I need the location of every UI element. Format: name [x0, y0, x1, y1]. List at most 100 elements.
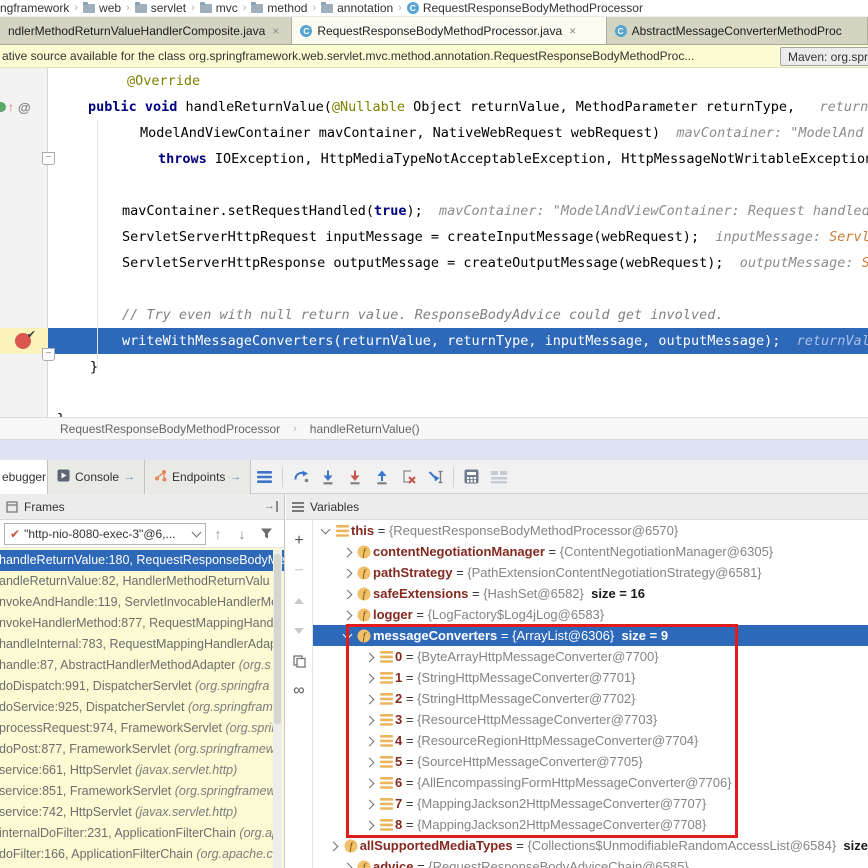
duplicate-icon[interactable]	[287, 646, 311, 676]
expand-chevron-icon[interactable]	[361, 674, 377, 682]
variables-menu-icon[interactable]	[292, 502, 304, 512]
close-icon[interactable]: ×	[569, 24, 576, 38]
expand-chevron-icon[interactable]	[361, 716, 377, 724]
code-line[interactable]: public void handleReturnValue(@Nullable …	[48, 94, 868, 120]
variable-row[interactable]: 2 = {StringHttpMessageConverter@7702}	[313, 688, 868, 709]
ebugger-tab[interactable]: ebugger	[0, 460, 48, 494]
evaluate-icon[interactable]	[458, 464, 485, 490]
breadcrumb-item[interactable]: ngframework	[0, 1, 69, 15]
breadcrumb-item[interactable]: mvc	[200, 1, 238, 15]
expand-chevron-icon[interactable]	[317, 528, 333, 533]
code-line[interactable]: @Override	[48, 68, 868, 94]
breadcrumb-method[interactable]: handleReturnValue()	[310, 422, 420, 436]
variable-row[interactable]: 6 = {AllEncompassingFormHttpMessageConve…	[313, 772, 868, 793]
code-line[interactable]: throws IOException, HttpMediaTypeNotAcce…	[48, 146, 868, 172]
override-marker[interactable]	[0, 99, 48, 115]
code-line[interactable]	[48, 276, 868, 302]
breadcrumb-item[interactable]: RequestResponseBodyMethodProcessor	[407, 1, 643, 15]
expand-chevron-icon[interactable]	[361, 800, 377, 808]
variable-row[interactable]: fadvice = {RequestResponseBodyAdviceChai…	[313, 856, 868, 868]
frame-row[interactable]: handleInternal:783, RequestMappingHandle…	[0, 634, 284, 655]
endpoints-tab[interactable]: Endpoints→	[145, 460, 251, 494]
breadcrumb-item[interactable]: servlet	[135, 1, 186, 15]
frame-row[interactable]: handle:87, AbstractHandlerMethodAdapter …	[0, 655, 284, 676]
expand-chevron-icon[interactable]	[339, 611, 355, 619]
close-icon[interactable]: ×	[272, 24, 279, 38]
frame-row[interactable]: service:851, FrameworkServlet (org.sprin…	[0, 781, 284, 802]
breadcrumb-class[interactable]: RequestResponseBodyMethodProcessor	[60, 422, 280, 436]
code-line[interactable]: ModelAndViewContainer mavContainer, Nati…	[48, 120, 868, 146]
remove-watch-button[interactable]: −	[287, 556, 311, 586]
implementing-method-icon[interactable]	[0, 102, 6, 112]
expand-chevron-icon[interactable]	[361, 821, 377, 829]
overrides-method-icon[interactable]	[8, 101, 14, 113]
code-line[interactable]: ServletServerHttpResponse outputMessage …	[48, 250, 868, 276]
frame-row[interactable]: service:742, HttpServlet (javax.servlet.…	[0, 802, 284, 823]
add-watch-button[interactable]: +	[287, 526, 311, 556]
run-to-cursor-icon[interactable]	[422, 464, 449, 490]
scrollbar-thumb[interactable]	[274, 554, 281, 724]
fold-marker-icon[interactable]	[42, 152, 55, 165]
frame-row[interactable]: andleReturnValue:82, HandlerMethodReturn…	[0, 571, 284, 592]
variable-row[interactable]: fcontentNegotiationManager = {ContentNeg…	[313, 541, 868, 562]
previous-frame-button[interactable]: ↑	[206, 522, 230, 546]
expand-chevron-icon[interactable]	[339, 569, 355, 577]
variable-row[interactable]: 4 = {ResourceRegionHttpMessageConverter@…	[313, 730, 868, 751]
variable-row[interactable]: 5 = {SourceHttpMessageConverter@7705}	[313, 751, 868, 772]
dropdown-chevron-icon[interactable]	[192, 528, 202, 538]
breadcrumb-item[interactable]: web	[83, 1, 121, 15]
console-tab[interactable]: Console→	[48, 460, 145, 494]
breadcrumb-item[interactable]: method	[251, 1, 307, 15]
breakpoint-icon[interactable]	[15, 333, 31, 349]
jump-to-source-icon[interactable]: →	[230, 471, 241, 483]
jump-to-source-icon[interactable]: →	[124, 471, 135, 483]
filter-icon[interactable]	[254, 522, 278, 546]
fold-marker-icon[interactable]	[42, 348, 55, 361]
frame-row[interactable]: handleReturnValue:180, RequestResponseBo…	[0, 550, 284, 571]
code-line[interactable]: mavContainer.setRequestHandled(true); ma…	[48, 198, 868, 224]
variable-row[interactable]: 8 = {MappingJackson2HttpMessageConverter…	[313, 814, 868, 835]
expand-chevron-icon[interactable]	[339, 633, 355, 638]
editor-tab[interactable]: AbstractMessageConverterMethodProc	[607, 17, 868, 44]
breadcrumb-item[interactable]: annotation	[321, 1, 393, 15]
frame-row[interactable]: nvokeHandlerMethod:877, RequestMappingHa…	[0, 613, 284, 634]
variable-row[interactable]: fpathStrategy = {PathExtensionContentNeg…	[313, 562, 868, 583]
expand-chevron-icon[interactable]	[361, 695, 377, 703]
code-pane[interactable]: @Overridepublic void handleReturnValue(@…	[48, 68, 868, 417]
frame-row[interactable]: internalDoFilter:231, ApplicationFilterC…	[0, 823, 284, 844]
variable-row[interactable]: fsafeExtensions = {HashSet@6582} size = …	[313, 583, 868, 604]
step-into-icon[interactable]	[314, 464, 341, 490]
expand-chevron-icon[interactable]	[339, 863, 355, 868]
variable-row[interactable]: 0 = {ByteArrayHttpMessageConverter@7700}	[313, 646, 868, 667]
code-line[interactable]: ServletServerHttpRequest inputMessage = …	[48, 224, 868, 250]
variable-row[interactable]: 7 = {MappingJackson2HttpMessageConverter…	[313, 793, 868, 814]
watch-return-values-icon[interactable]: ∞	[287, 676, 311, 706]
frames-scrollbar[interactable]	[273, 550, 282, 868]
drop-frame-icon[interactable]	[395, 464, 422, 490]
variable-row[interactable]: 3 = {ResourceHttpMessageConverter@7703}	[313, 709, 868, 730]
maven-button[interactable]: Maven: org.spring	[780, 47, 868, 66]
menu-icon[interactable]	[251, 464, 278, 490]
variable-row[interactable]: flogger = {LogFactory$Log4jLog@6583}	[313, 604, 868, 625]
expand-chevron-icon[interactable]	[339, 548, 355, 556]
expand-chevron-icon[interactable]	[361, 653, 377, 661]
code-editor[interactable]: @Overridepublic void handleReturnValue(@…	[0, 68, 868, 417]
editor-tab[interactable]: RequestResponseBodyMethodProcessor.java×	[292, 17, 606, 44]
step-out-icon[interactable]	[368, 464, 395, 490]
frame-row[interactable]: doFilter:166, ApplicationFilterChain (or…	[0, 844, 284, 865]
code-line[interactable]	[48, 380, 868, 406]
variable-row[interactable]: this = {RequestResponseBodyMethodProcess…	[313, 520, 868, 541]
frame-row[interactable]: doDispatch:991, DispatcherServlet (org.s…	[0, 676, 284, 697]
layout-icon[interactable]	[485, 464, 512, 490]
expand-chevron-icon[interactable]	[326, 842, 342, 850]
code-line[interactable]: }	[48, 406, 868, 417]
thread-selector[interactable]: "http-nio-8080-exec-3"@6,...	[4, 523, 206, 545]
frame-row[interactable]: doPost:877, FrameworkServlet (org.spring…	[0, 739, 284, 760]
step-over-icon[interactable]	[287, 464, 314, 490]
frame-row[interactable]: service:661, HttpServlet (javax.servlet.…	[0, 760, 284, 781]
hide-panel-icon[interactable]	[264, 501, 278, 512]
expand-chevron-icon[interactable]	[361, 737, 377, 745]
variable-row[interactable]: 1 = {StringHttpMessageConverter@7701}	[313, 667, 868, 688]
move-down-button[interactable]	[287, 616, 311, 646]
variable-row[interactable]: fallSupportedMediaTypes = {Collections$U…	[313, 835, 868, 856]
